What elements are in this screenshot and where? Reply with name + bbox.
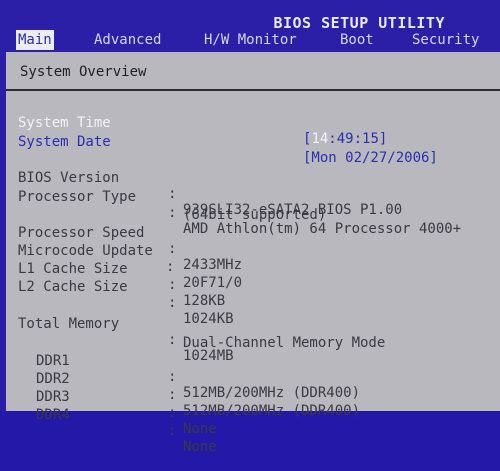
title-bar: BIOS SETUP UTILITY [0,8,500,32]
info-colon: : [168,387,177,403]
info-label: L2 Cache Size [18,279,128,295]
info-colon: : [168,332,177,348]
slot-value: 512MB/200MHz (DDR400) [183,403,361,419]
system-date-value[interactable]: [Mon 02/27/2006] [303,150,438,166]
info-colon: : [168,277,177,293]
info-value: 128KB [183,293,226,309]
memory-mode: Dual-Channel Memory Mode [183,335,386,351]
time-cursor[interactable]: 14 [311,131,328,147]
main-panel: System Overview System Time [14:49:15] S… [6,52,500,455]
menu-hw-monitor[interactable]: H/W Monitor [202,30,299,50]
info-value: (64bit supported) [183,207,327,223]
info-value: 1024KB [183,311,234,327]
section-title: System Overview [20,64,147,80]
slot-label: DDR4 [36,407,70,423]
info-value: 20F71/0 [183,275,243,291]
info-colon: : [168,423,177,439]
system-date-label: System Date [18,134,111,150]
slot-value: 512MB/200MHz (DDR400) [183,385,361,401]
bios-screen: BIOS SETUP UTILITY Main Advanced H/W Mon… [0,0,500,455]
menu-boot[interactable]: Boot [338,30,376,50]
info-colon: : [166,259,175,275]
menu-bar: Main Advanced H/W Monitor Boot Security [0,28,500,52]
info-colon: : [168,241,177,257]
info-colon: : [168,295,177,311]
slot-value: None [183,421,217,437]
slot-value: None [183,439,217,455]
section-divider [6,89,500,91]
memory-slot-ddr4: DDR4 : None [18,391,217,471]
info-value: 2433MHz [183,257,243,273]
info-value: AMD Athlon(tm) 64 Processor 4000+ [183,221,462,237]
info-colon: : [168,186,177,202]
menu-advanced[interactable]: Advanced [92,30,163,50]
info-colon: : [168,369,177,385]
menu-main[interactable]: Main [16,30,54,50]
info-colon: : [168,205,177,221]
info-colon: : [168,405,177,421]
menu-security[interactable]: Security [410,30,481,50]
system-time-value[interactable]: [14:49:15] [303,131,387,147]
